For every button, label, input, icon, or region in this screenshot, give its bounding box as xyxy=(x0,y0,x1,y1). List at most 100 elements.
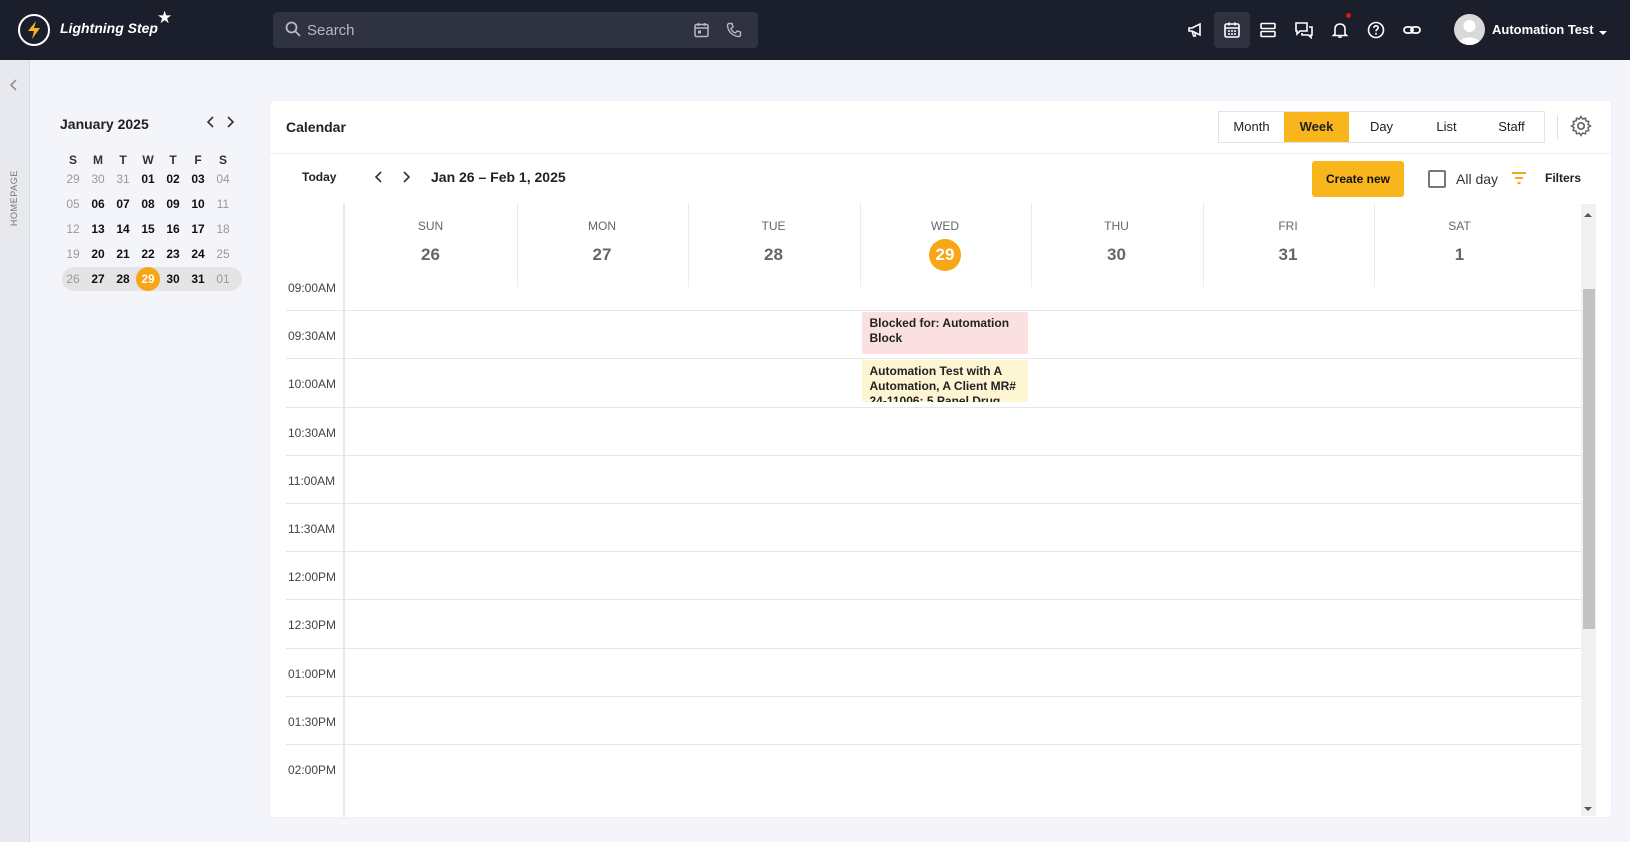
next-week-chevron-right-icon[interactable] xyxy=(398,169,414,190)
mini-calendar-day[interactable]: 31 xyxy=(186,267,210,291)
day-column-header[interactable]: SAT 1 xyxy=(1374,203,1545,287)
scroll-up-arrow-icon[interactable] xyxy=(1583,206,1593,224)
calendar-scrollbar[interactable] xyxy=(1581,204,1596,816)
mini-calendar-day[interactable]: 01 xyxy=(211,267,235,291)
mini-calendar-day[interactable]: 13 xyxy=(86,217,110,241)
mini-calendar-day[interactable]: 30 xyxy=(86,167,110,191)
mini-calendar-day[interactable]: 07 xyxy=(111,192,135,216)
homepage-tab[interactable]: HOMEPAGE xyxy=(9,170,19,226)
view-week-button[interactable]: Week xyxy=(1284,112,1349,142)
phone-icon[interactable] xyxy=(726,22,742,43)
time-slot-label: 11:30AM xyxy=(288,522,336,536)
scroll-down-arrow-icon[interactable] xyxy=(1583,800,1593,818)
mini-calendar-day[interactable]: 04 xyxy=(211,167,235,191)
create-new-button[interactable]: Create new xyxy=(1312,161,1404,197)
mini-calendar-day[interactable]: 22 xyxy=(136,242,160,266)
day-number[interactable]: 26 xyxy=(415,239,447,271)
view-month-button[interactable]: Month xyxy=(1219,112,1284,142)
search-input[interactable] xyxy=(307,18,647,42)
mini-calendar-day[interactable]: 11 xyxy=(211,192,235,216)
mini-calendar-day[interactable]: 05 xyxy=(61,192,85,216)
collapse-chevron-left-icon[interactable] xyxy=(9,78,19,96)
divider xyxy=(270,153,1611,154)
filter-icon[interactable] xyxy=(1511,171,1527,190)
day-number[interactable]: 27 xyxy=(586,239,618,271)
event-blocked[interactable]: Blocked for: Automation Block xyxy=(861,312,1028,354)
mini-calendar-day[interactable]: 17 xyxy=(186,217,210,241)
lightning-logo-icon[interactable] xyxy=(18,14,50,46)
today-button[interactable]: Today xyxy=(302,170,336,184)
mini-calendar-day[interactable]: 10 xyxy=(186,192,210,216)
mini-calendar-day[interactable]: 26 xyxy=(61,267,85,291)
mini-calendar-day[interactable]: 09 xyxy=(161,192,185,216)
mini-calendar-day[interactable]: 25 xyxy=(211,242,235,266)
mini-calendar-day[interactable]: 28 xyxy=(111,267,135,291)
mini-calendar-day[interactable]: 30 xyxy=(161,267,185,291)
event-appointment[interactable]: Automation Test with A Automation, A Cli… xyxy=(861,360,1028,402)
time-slot-line xyxy=(286,454,1595,456)
column-divider xyxy=(859,203,861,287)
mini-calendar-day[interactable]: 03 xyxy=(186,167,210,191)
mini-calendar-day[interactable]: 31 xyxy=(111,167,135,191)
user-name[interactable]: Automation Test xyxy=(1492,22,1594,37)
day-number[interactable]: 30 xyxy=(1101,239,1133,271)
day-column-header[interactable]: MON 27 xyxy=(517,203,688,287)
settings-gear-icon[interactable] xyxy=(1570,115,1592,142)
top-bar: Lightning Step ★ Automation Test xyxy=(0,0,1630,60)
mini-prev-month-chevron-left-icon[interactable] xyxy=(203,114,219,130)
mini-calendar-day[interactable]: 20 xyxy=(86,242,110,266)
user-menu-chevron-down-icon[interactable] xyxy=(1598,24,1608,42)
mini-calendar-day[interactable]: 02 xyxy=(161,167,185,191)
avatar[interactable] xyxy=(1454,14,1485,45)
mini-calendar-day[interactable]: 24 xyxy=(186,242,210,266)
calendar-card: Calendar Month Week Day List Staff Today… xyxy=(270,101,1611,817)
day-column-header[interactable]: SUN 26 xyxy=(345,203,516,287)
link-icon[interactable] xyxy=(1394,12,1430,48)
mini-calendar-day[interactable]: 18 xyxy=(211,217,235,241)
brand-name[interactable]: Lightning Step xyxy=(60,20,158,36)
mini-calendar-title: January 2025 xyxy=(60,116,149,132)
day-number[interactable]: 28 xyxy=(758,239,790,271)
search-icon xyxy=(285,21,301,42)
mini-calendar-day[interactable]: 14 xyxy=(111,217,135,241)
day-column-header[interactable]: THU 30 xyxy=(1031,203,1202,287)
all-day-checkbox[interactable] xyxy=(1428,170,1446,188)
mini-calendar-day[interactable]: 12 xyxy=(61,217,85,241)
day-number[interactable]: 1 xyxy=(1444,239,1476,271)
help-icon[interactable] xyxy=(1358,12,1394,48)
filters-button[interactable]: Filters xyxy=(1545,171,1581,185)
mini-calendar-day[interactable]: 06 xyxy=(86,192,110,216)
day-of-week-label: W xyxy=(142,153,154,167)
mini-calendar-day[interactable]: 21 xyxy=(111,242,135,266)
prev-week-chevron-left-icon[interactable] xyxy=(371,169,387,190)
column-divider xyxy=(688,203,689,287)
day-column-header[interactable]: WED 29 xyxy=(860,203,1031,287)
mini-calendar-day[interactable]: 01 xyxy=(136,167,160,191)
calendar-icon[interactable] xyxy=(1214,12,1250,48)
day-number[interactable]: 29 xyxy=(929,239,961,271)
messages-chat-icon[interactable] xyxy=(1286,12,1322,48)
mini-calendar-day[interactable]: 27 xyxy=(86,267,110,291)
day-number[interactable]: 31 xyxy=(1272,239,1304,271)
day-of-week-label: F xyxy=(194,153,202,167)
mini-calendar-day[interactable]: 19 xyxy=(61,242,85,266)
announcements-megaphone-icon[interactable] xyxy=(1178,12,1214,48)
notifications-bell-icon[interactable] xyxy=(1322,12,1358,48)
day-column-header[interactable]: TUE 28 xyxy=(688,203,859,287)
mini-calendar-day[interactable]: 29 xyxy=(61,167,85,191)
time-slot-line xyxy=(286,551,1595,553)
mini-calendar-day[interactable]: 23 xyxy=(161,242,185,266)
mini-calendar-day[interactable]: 16 xyxy=(161,217,185,241)
mini-next-month-chevron-right-icon[interactable] xyxy=(222,114,238,130)
mini-calendar-day[interactable]: 15 xyxy=(136,217,160,241)
mini-calendar-day[interactable]: 29 xyxy=(136,267,160,291)
favorite-star-icon[interactable]: ★ xyxy=(157,9,172,26)
list-layers-icon[interactable] xyxy=(1250,12,1286,48)
view-staff-button[interactable]: Staff xyxy=(1479,112,1544,142)
scrollbar-thumb[interactable] xyxy=(1583,289,1595,629)
view-day-button[interactable]: Day xyxy=(1349,112,1414,142)
calendar-search-icon[interactable] xyxy=(694,22,709,43)
mini-calendar-day[interactable]: 08 xyxy=(136,192,160,216)
view-list-button[interactable]: List xyxy=(1414,112,1479,142)
day-column-header[interactable]: FRI 31 xyxy=(1203,203,1374,287)
